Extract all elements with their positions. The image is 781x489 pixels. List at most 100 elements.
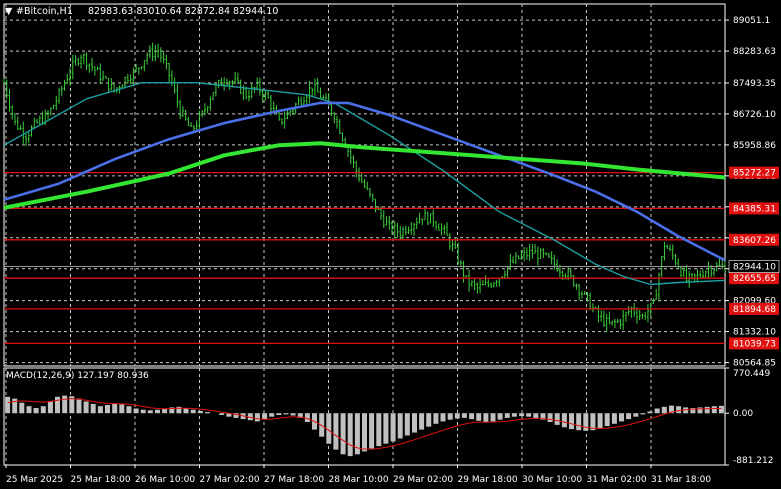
- macd-bar: [461, 413, 467, 418]
- macd-bar: [276, 413, 282, 415]
- chart-canvas[interactable]: 89051.1 88283.63 87493.35 86726.10 85958.86 8…: [0, 0, 781, 489]
- price-tick-label: 87493.35: [733, 79, 776, 89]
- macd-bar: [126, 406, 132, 414]
- chart-header: ▼ #Bitcoin,H1 82983.63 83010.64 82872.84…: [5, 6, 278, 17]
- macd-bar: [97, 406, 103, 414]
- price-tick-label: 89051.1: [733, 16, 770, 26]
- macd-bar: [5, 396, 11, 414]
- macd-bar: [347, 413, 353, 457]
- price-tick-label: 81332.10: [733, 328, 776, 338]
- macd-bar: [561, 413, 567, 428]
- macd-bar: [633, 413, 639, 417]
- chart-dropdown-icon[interactable]: ▼: [5, 6, 13, 17]
- macd-bar: [583, 413, 589, 431]
- macd-label: MACD(12,26,9) 127.197 80.936: [6, 371, 149, 381]
- macd-bar: [383, 413, 389, 444]
- level-price-tag-label: 81039.73: [733, 339, 776, 349]
- macd-bar: [147, 410, 153, 414]
- macd-bar: [62, 395, 68, 414]
- macd-bar: [254, 413, 260, 422]
- macd-bar: [205, 412, 210, 414]
- macd-bar: [105, 405, 110, 414]
- macd-tick-label: 770.449: [733, 369, 770, 379]
- macd-tick-label: -881.212: [733, 456, 773, 466]
- macd-bar: [190, 409, 196, 414]
- time-tick-label: 29 Mar 18:00: [458, 475, 518, 485]
- macd-bar: [390, 413, 396, 442]
- macd-bar: [604, 413, 610, 427]
- macd-bar: [526, 413, 532, 417]
- macd-bar: [19, 402, 25, 414]
- price-axis: 89051.1 88283.63 87493.35 86726.10 85958.86 8…: [725, 16, 780, 369]
- macd-bar: [654, 408, 660, 414]
- macd-bar: [511, 413, 517, 417]
- current-price-label: 82944.10: [733, 263, 776, 273]
- macd-bar: [112, 403, 118, 414]
- level-price-tag-label: 84385.31: [733, 204, 776, 214]
- price-tick-label: 88283.63: [733, 47, 776, 57]
- macd-bar: [447, 413, 453, 420]
- macd-bar: [497, 413, 503, 420]
- horizontal-levels[interactable]: [4, 171, 725, 345]
- macd-bar: [90, 403, 96, 414]
- macd-panel: 770.449 0.00 -881.212: [5, 367, 773, 466]
- macd-bar: [554, 413, 560, 425]
- time-tick-label: 27 Mar 18:00: [264, 475, 324, 485]
- price-tick-label: 80564.85: [733, 359, 776, 369]
- macd-bar: [619, 413, 624, 422]
- macd-bar: [369, 413, 375, 449]
- macd-bar: [283, 413, 289, 415]
- macd-bar: [290, 413, 296, 416]
- macd-bar: [454, 413, 460, 419]
- macd-bar: [490, 413, 496, 422]
- macd-bar: [26, 406, 32, 414]
- macd-bar: [155, 409, 160, 414]
- macd-bar: [219, 413, 225, 415]
- macd-bar: [519, 413, 525, 417]
- macd-bar: [40, 406, 46, 414]
- macd-bar: [676, 406, 682, 414]
- macd-bar: [440, 413, 446, 422]
- macd-bar: [476, 413, 482, 421]
- time-tick-label: 26 Mar 10:00: [135, 475, 195, 485]
- macd-bar: [333, 413, 339, 450]
- macd-bar: [433, 413, 439, 424]
- macd-bar: [304, 413, 310, 422]
- macd-bar: [611, 413, 617, 424]
- macd-bar: [119, 404, 125, 414]
- chart-symbol: #Bitcoin,H1: [16, 6, 73, 17]
- macd-bar: [569, 413, 574, 430]
- macd-bar: [419, 413, 425, 430]
- macd-bar: [504, 413, 510, 418]
- macd-bar: [47, 401, 53, 414]
- macd-bar: [33, 408, 39, 414]
- macd-bar: [626, 413, 632, 420]
- macd-tick-label: 0.00: [733, 409, 753, 419]
- chart-ohlc: 82983.63 83010.64 82872.84 82944.10: [88, 6, 278, 17]
- level-price-tag-label: 85272.27: [733, 169, 776, 179]
- level-price-tag-label: 83607.26: [733, 236, 776, 246]
- macd-bar: [718, 405, 724, 414]
- macd-bar: [140, 409, 146, 414]
- macd-bar: [547, 413, 553, 422]
- macd-bar: [176, 406, 182, 414]
- macd-bar: [469, 413, 475, 420]
- macd-bar: [55, 396, 60, 414]
- macd-bar: [704, 406, 710, 414]
- chart-frames: [3, 3, 726, 466]
- time-tick-label: 29 Mar 02:00: [393, 475, 453, 485]
- macd-bar: [262, 413, 268, 420]
- macd-bar: [362, 413, 367, 452]
- macd-bar: [412, 413, 417, 433]
- macd-bar: [269, 413, 275, 417]
- level-price-tag-label: 82655.65: [733, 274, 776, 284]
- time-tick-label: 30 Mar 10:00: [522, 475, 582, 485]
- macd-bar: [533, 413, 539, 418]
- macd-bar: [483, 413, 489, 423]
- macd-bar: [133, 408, 139, 414]
- price-tick-label: 85958.86: [733, 141, 776, 151]
- time-tick-label: 31 Mar 18:00: [651, 475, 711, 485]
- time-axis: 25 Mar 2025 25 Mar 18:00 26 Mar 10:00 27 Ma…: [5, 465, 711, 485]
- macd-bar: [426, 413, 432, 427]
- macd-bar: [326, 413, 332, 444]
